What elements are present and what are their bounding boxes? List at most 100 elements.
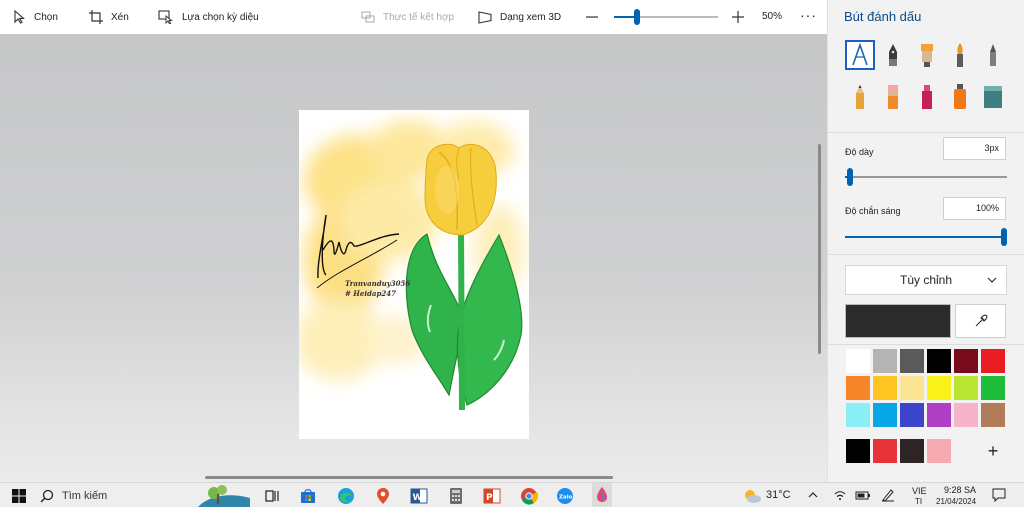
top-toolbar: Chọn Xén Lựa chọn kỳ diệu Thực tế kết hợ… (0, 0, 827, 34)
oil-brush-icon (957, 43, 963, 67)
eyedropper-button[interactable] (955, 304, 1006, 338)
color-swatch[interactable] (872, 402, 898, 428)
pencil-2-tool[interactable] (845, 82, 875, 112)
input-method-indicator[interactable]: TI (915, 497, 922, 506)
opacity-slider-thumb[interactable] (1001, 228, 1007, 246)
ink-pen-icon (889, 44, 897, 66)
paint3d-icon[interactable] (592, 483, 612, 507)
canvas-workspace[interactable]: Tranvanduy3056 # Heidap247 (0, 34, 827, 482)
pencil-2-icon (856, 85, 864, 109)
drawing-canvas[interactable]: Tranvanduy3056 # Heidap247 (299, 110, 529, 439)
color-swatch[interactable] (926, 402, 952, 428)
thickness-input[interactable]: 3px (943, 137, 1006, 160)
texture-dropdown[interactable]: Tùy chỉnh (845, 265, 1007, 295)
color-swatch[interactable] (953, 348, 979, 374)
clock-date[interactable]: 21/04/2024 (936, 497, 976, 506)
paint-bucket-icon (984, 86, 1002, 108)
task-view-icon[interactable] (263, 487, 281, 505)
panel-divider-2 (828, 254, 1024, 255)
search-placeholder: Tìm kiếm (62, 489, 108, 502)
word-icon[interactable]: W (410, 487, 428, 505)
vertical-scrollbar[interactable] (818, 144, 821, 354)
highlighter-tool[interactable] (912, 82, 942, 112)
opacity-label: Độ chắn sáng (845, 206, 901, 216)
custom-color-swatch[interactable] (845, 438, 871, 464)
pen-workspace-icon[interactable] (880, 488, 896, 502)
powerpoint-icon[interactable]: P (483, 487, 501, 505)
battery-icon[interactable] (855, 488, 871, 502)
edge-browser-icon[interactable] (337, 487, 355, 505)
notification-icon[interactable] (992, 488, 1006, 502)
custom-color-swatch[interactable] (872, 438, 898, 464)
select-label: Chọn (34, 11, 58, 23)
mixed-reality-button[interactable]: Thực tế kết hợp (361, 0, 454, 34)
color-swatch[interactable] (845, 348, 871, 374)
clock-time[interactable]: 9:28 SA (944, 485, 976, 495)
windows-start-icon[interactable] (12, 489, 26, 503)
zoom-slider[interactable] (614, 9, 718, 25)
panel-divider (828, 132, 1024, 133)
maps-icon[interactable] (374, 487, 392, 505)
brushes-panel: Bút đánh dấu Độ dày 3px Độ chắn sáng 100… (827, 0, 1024, 482)
color-swatch[interactable] (926, 348, 952, 374)
color-swatch[interactable] (953, 402, 979, 428)
color-swatch[interactable] (980, 375, 1006, 401)
color-swatch[interactable] (872, 348, 898, 374)
thickness-slider-thumb[interactable] (847, 168, 853, 186)
calligraphy-pen-tool[interactable] (845, 40, 875, 70)
3d-view-button[interactable]: Dạng xem 3D (478, 0, 561, 34)
microsoft-store-icon[interactable] (299, 487, 317, 505)
mixed-reality-label: Thực tế kết hợp (383, 11, 455, 23)
color-swatch[interactable] (872, 375, 898, 401)
chevron-up-icon[interactable] (806, 488, 820, 502)
panel-title: Bút đánh dấu (844, 9, 922, 24)
marker-tool[interactable] (912, 40, 942, 70)
language-indicator[interactable]: VIE (912, 486, 927, 496)
search-highlight-icon[interactable] (198, 484, 250, 507)
crayon-tool[interactable] (878, 82, 908, 112)
svg-text:Zalo: Zalo (559, 495, 573, 501)
zoom-in-button[interactable] (731, 10, 745, 24)
eyedropper-icon (975, 314, 987, 327)
color-swatch[interactable] (899, 375, 925, 401)
weather-icon[interactable] (742, 487, 762, 505)
paint-bucket-tool[interactable] (978, 82, 1008, 112)
zoom-out-button[interactable] (585, 10, 599, 24)
magic-select-button[interactable]: Lựa chọn kỳ diệu (158, 0, 259, 34)
color-swatch[interactable] (845, 375, 871, 401)
color-swatch[interactable] (980, 348, 1006, 374)
search-icon (40, 489, 54, 502)
custom-color-swatch[interactable] (899, 438, 925, 464)
current-color-swatch[interactable] (845, 304, 951, 338)
highlighter-icon (922, 85, 932, 109)
opacity-input[interactable]: 100% (943, 197, 1006, 220)
more-options-button[interactable]: ··· (800, 0, 817, 34)
color-swatch[interactable] (845, 402, 871, 428)
zalo-icon[interactable]: Zalo (556, 487, 574, 505)
custom-color-swatch[interactable] (926, 438, 952, 464)
pencil-tool[interactable] (978, 40, 1008, 70)
opacity-slider[interactable] (845, 228, 1007, 246)
3d-view-icon (478, 10, 492, 24)
thickness-slider[interactable] (845, 168, 1007, 186)
calculator-icon[interactable] (447, 487, 465, 505)
spray-can-tool[interactable] (945, 82, 975, 112)
taskbar-search[interactable]: Tìm kiếm (40, 483, 107, 507)
crop-icon (89, 10, 103, 24)
color-swatch[interactable] (980, 402, 1006, 428)
crop-button[interactable]: Xén (89, 0, 129, 34)
ink-pen-tool[interactable] (878, 40, 908, 70)
svg-text:W: W (413, 493, 423, 503)
color-swatch[interactable] (899, 402, 925, 428)
chrome-icon[interactable] (520, 487, 538, 505)
add-color-button[interactable]: + (980, 438, 1006, 464)
wifi-icon[interactable] (833, 488, 847, 502)
zoom-slider-thumb[interactable] (634, 9, 640, 25)
select-tool-button[interactable]: Chọn (14, 0, 58, 34)
color-swatch[interactable] (953, 375, 979, 401)
horizontal-scrollbar[interactable] (205, 476, 613, 479)
oil-brush-tool[interactable] (945, 40, 975, 70)
mixed-reality-icon (361, 11, 375, 23)
color-swatch[interactable] (926, 375, 952, 401)
color-swatch[interactable] (899, 348, 925, 374)
